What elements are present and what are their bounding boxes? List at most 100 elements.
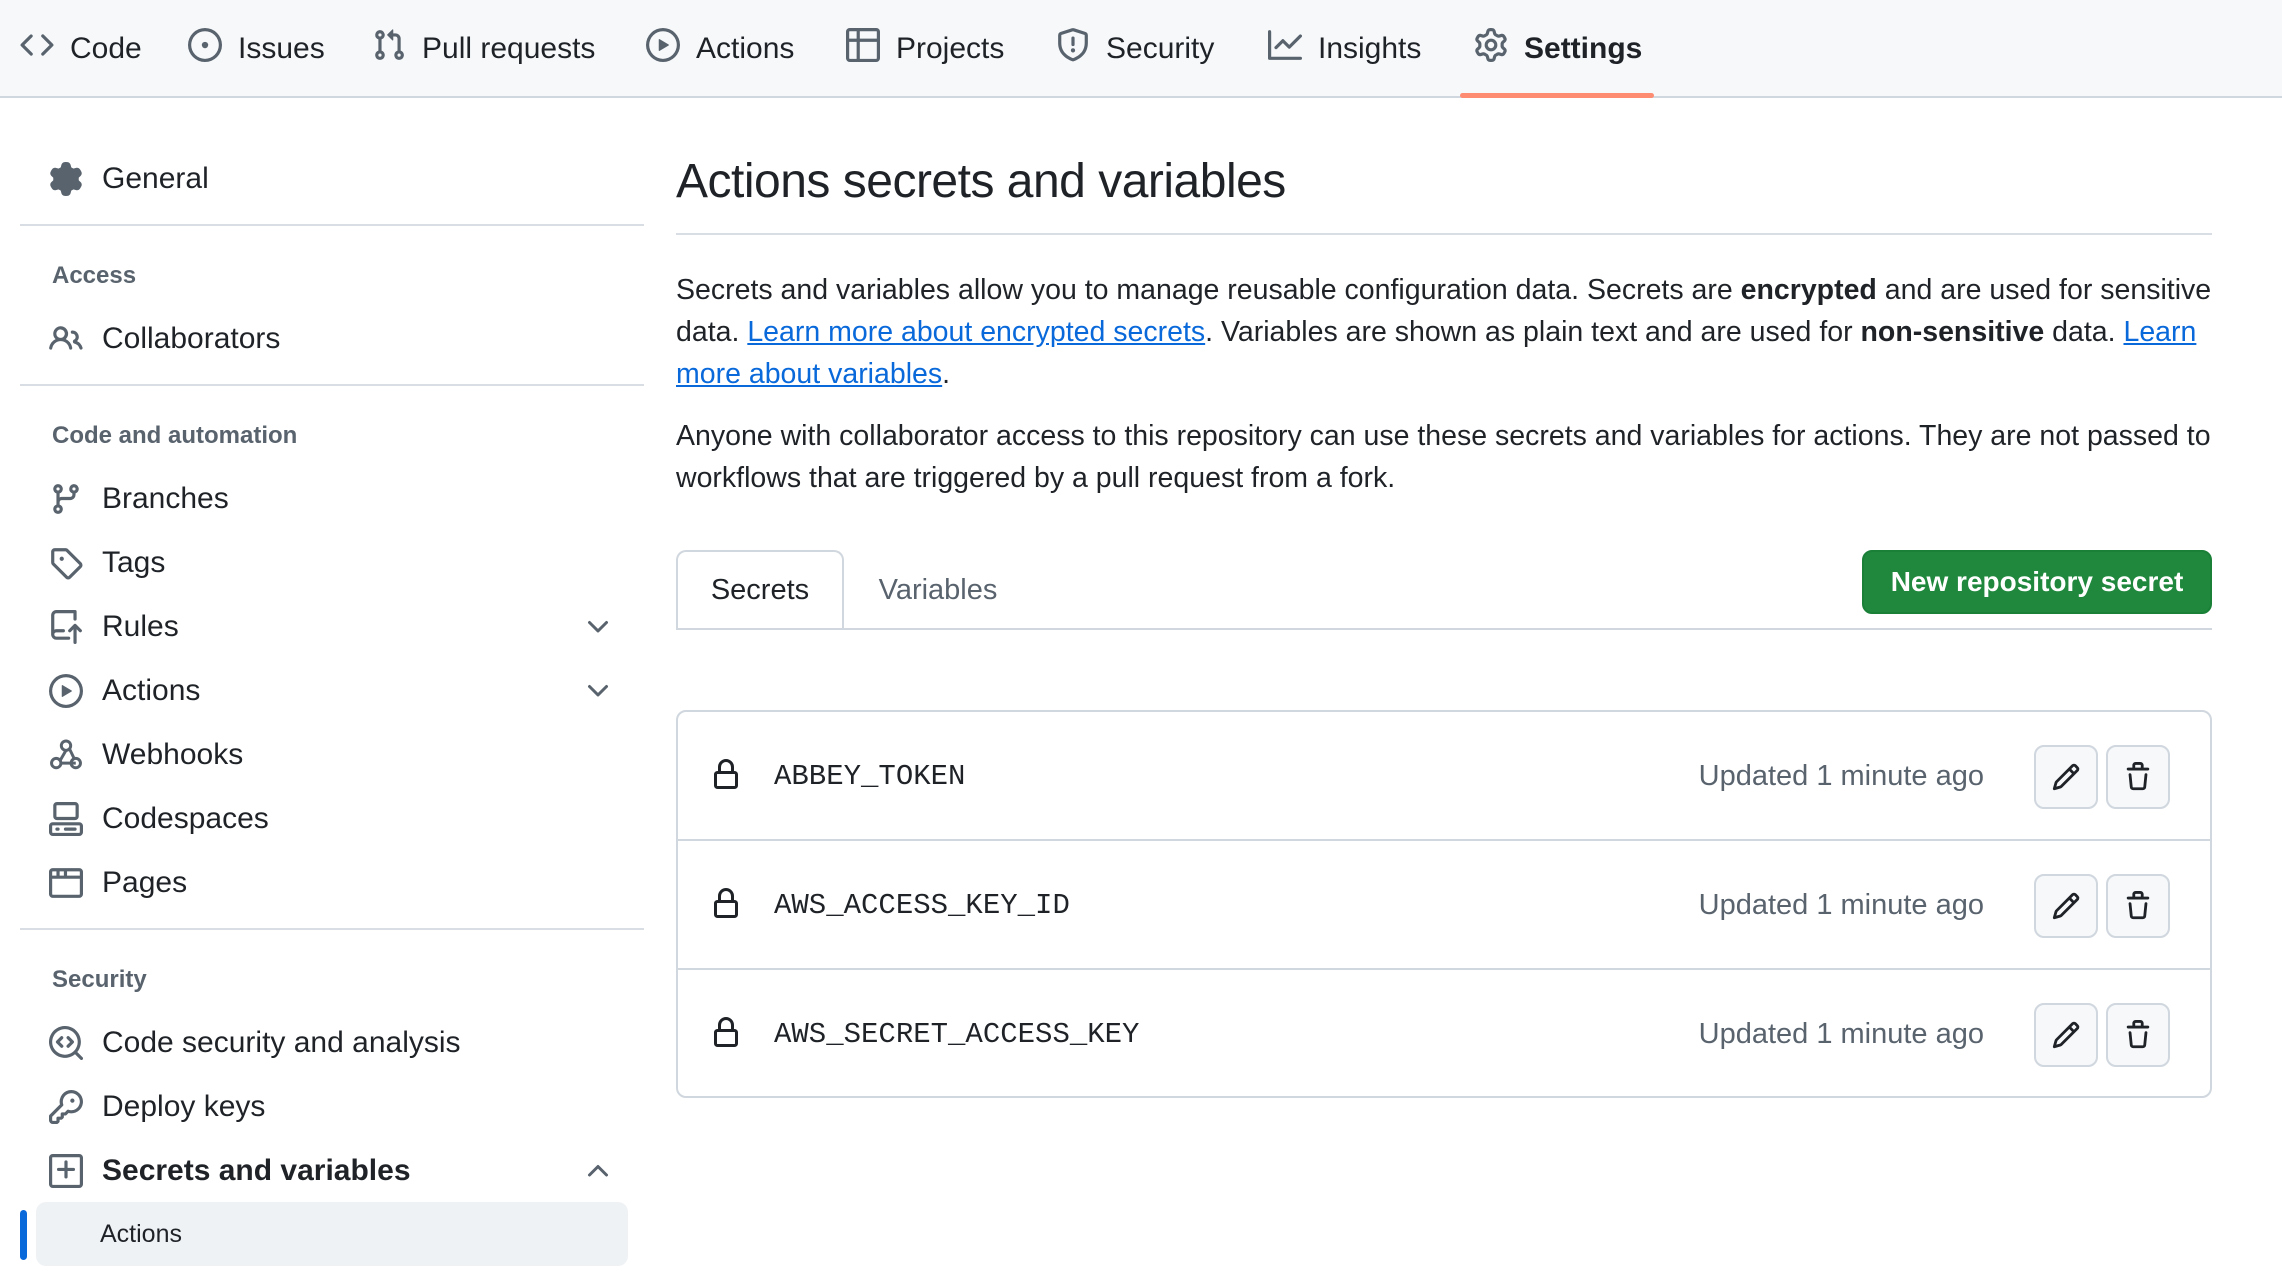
- pencil-icon: [2052, 1021, 2080, 1049]
- git-branch-icon: [48, 481, 84, 517]
- git-pull-request-icon: [372, 28, 406, 70]
- delete-secret-button[interactable]: [2106, 745, 2170, 809]
- graph-icon: [1268, 28, 1302, 70]
- gear-icon: [48, 161, 84, 197]
- tab-secrets[interactable]: Secrets: [676, 550, 844, 630]
- sidebar-heading-access: Access: [52, 262, 137, 289]
- access-note-paragraph: Anyone with collaborator access to this …: [676, 420, 2211, 494]
- pencil-icon: [2052, 763, 2080, 791]
- sidebar-item-collaborators[interactable]: Collaborators: [48, 311, 638, 367]
- title-divider: [676, 233, 2212, 235]
- secret-row: AWS_ACCESS_KEY_ID Updated 1 minute ago: [678, 841, 2210, 969]
- issue-opened-icon: [188, 28, 222, 70]
- edit-secret-button[interactable]: [2034, 1003, 2098, 1067]
- selected-tab-underline: [1460, 93, 1654, 98]
- learn-more-secrets-link[interactable]: Learn more about encrypted secrets: [747, 316, 1205, 348]
- repo-push-icon: [48, 609, 84, 645]
- table-icon: [846, 28, 880, 70]
- tab-insights[interactable]: Insights: [1268, 0, 1421, 98]
- tab-issues-label: Issues: [238, 32, 325, 65]
- delete-secret-button[interactable]: [2106, 874, 2170, 938]
- active-item-indicator: [20, 1210, 27, 1260]
- tab-insights-label: Insights: [1318, 32, 1422, 65]
- lock-icon: [714, 759, 738, 789]
- tab-issues[interactable]: Issues: [188, 0, 325, 98]
- code-icon: [20, 28, 54, 70]
- secret-name: AWS_SECRET_ACCESS_KEY: [774, 1017, 1140, 1051]
- settings-sidebar: General Access Collaborators Code and au…: [0, 98, 660, 1286]
- sidebar-divider: [20, 928, 644, 930]
- sidebar-item-label: Code security and analysis: [102, 1026, 461, 1059]
- play-icon: [48, 673, 84, 709]
- new-repository-secret-button[interactable]: New repository secret: [1862, 550, 2212, 614]
- sidebar-item-webhooks[interactable]: Webhooks: [48, 727, 638, 783]
- tag-icon: [48, 545, 84, 581]
- codescan-icon: [48, 1025, 84, 1061]
- delete-secret-button[interactable]: [2106, 1003, 2170, 1067]
- tab-actions-label: Actions: [696, 32, 795, 65]
- tab-security[interactable]: Security: [1056, 0, 1214, 98]
- sidebar-item-branches[interactable]: Branches: [48, 471, 638, 527]
- key-icon: [48, 1089, 84, 1125]
- asterisk-square-icon: [48, 1153, 84, 1189]
- tab-settings[interactable]: Settings: [1474, 0, 1642, 98]
- sidebar-subitem-label: Actions: [100, 1219, 182, 1248]
- sidebar-item-label: Collaborators: [102, 322, 281, 355]
- sidebar-subitem-actions[interactable]: Actions: [36, 1202, 628, 1266]
- sidebar-item-actions[interactable]: Actions: [48, 663, 638, 719]
- description-paragraph: Secrets and variables allow you to manag…: [676, 269, 2216, 395]
- lock-icon: [714, 1017, 738, 1047]
- pencil-icon: [2052, 892, 2080, 920]
- sidebar-item-label: Branches: [102, 482, 229, 515]
- sidebar-item-label: Pages: [102, 866, 188, 899]
- tab-security-label: Security: [1106, 32, 1215, 65]
- sidebar-item-general[interactable]: General: [48, 151, 638, 207]
- edit-secret-button[interactable]: [2034, 745, 2098, 809]
- sidebar-item-secrets-and-variables[interactable]: Secrets and variables: [48, 1143, 638, 1199]
- sidebar-item-label: Rules: [102, 610, 179, 643]
- sidebar-item-tags[interactable]: Tags: [48, 535, 638, 591]
- chevron-down-icon: [588, 685, 608, 697]
- sidebar-item-code-security[interactable]: Code security and analysis: [48, 1015, 638, 1071]
- webhook-icon: [48, 737, 84, 773]
- tab-projects-label: Projects: [896, 32, 1005, 65]
- tab-variables[interactable]: Variables: [858, 550, 1018, 630]
- sidebar-item-label: Tags: [102, 546, 166, 579]
- sidebar-item-deploy-keys[interactable]: Deploy keys: [48, 1079, 638, 1135]
- tab-settings-label: Settings: [1524, 32, 1643, 65]
- tab-projects[interactable]: Projects: [846, 0, 1004, 98]
- sidebar-heading-code-automation: Code and automation: [52, 422, 298, 449]
- tab-pull-requests[interactable]: Pull requests: [372, 0, 595, 98]
- tab-actions[interactable]: Actions: [646, 0, 794, 98]
- description-text: . Variables are shown as plain text and …: [1205, 316, 1861, 348]
- secret-name: AWS_ACCESS_KEY_ID: [774, 888, 1070, 922]
- people-icon: [48, 321, 84, 357]
- tab-code[interactable]: Code: [20, 0, 142, 98]
- sidebar-item-label: Actions: [102, 674, 201, 707]
- secret-updated-time: Updated 1 minute ago: [1698, 759, 1984, 792]
- tabs-divider: [676, 628, 2212, 630]
- secret-row: AWS_SECRET_ACCESS_KEY Updated 1 minute a…: [678, 970, 2210, 1098]
- description-emphasis: non-sensitive: [1860, 316, 2045, 348]
- trash-icon: [2126, 762, 2150, 791]
- sidebar-item-label: Webhooks: [102, 738, 244, 771]
- lock-icon: [714, 888, 738, 918]
- play-icon: [646, 28, 680, 70]
- description-text: .: [942, 358, 951, 390]
- secret-updated-time: Updated 1 minute ago: [1698, 888, 1984, 921]
- description-text: data.: [2044, 316, 2124, 348]
- secrets-list: ABBEY_TOKEN Updated 1 minute ago AWS_ACC…: [676, 710, 2212, 1098]
- sidebar-item-rules[interactable]: Rules: [48, 599, 638, 655]
- sidebar-item-codespaces[interactable]: Codespaces: [48, 791, 638, 847]
- secret-name: ABBEY_TOKEN: [774, 759, 966, 793]
- browser-icon: [48, 865, 84, 901]
- secret-updated-time: Updated 1 minute ago: [1698, 1017, 1984, 1050]
- codespaces-icon: [48, 801, 84, 837]
- shield-icon: [1056, 28, 1090, 70]
- sidebar-item-pages[interactable]: Pages: [48, 855, 638, 911]
- secret-row: ABBEY_TOKEN Updated 1 minute ago: [678, 712, 2210, 840]
- tab-code-label: Code: [70, 32, 142, 65]
- sidebar-item-label: Codespaces: [102, 802, 269, 835]
- edit-secret-button[interactable]: [2034, 874, 2098, 938]
- sidebar-divider: [20, 224, 644, 226]
